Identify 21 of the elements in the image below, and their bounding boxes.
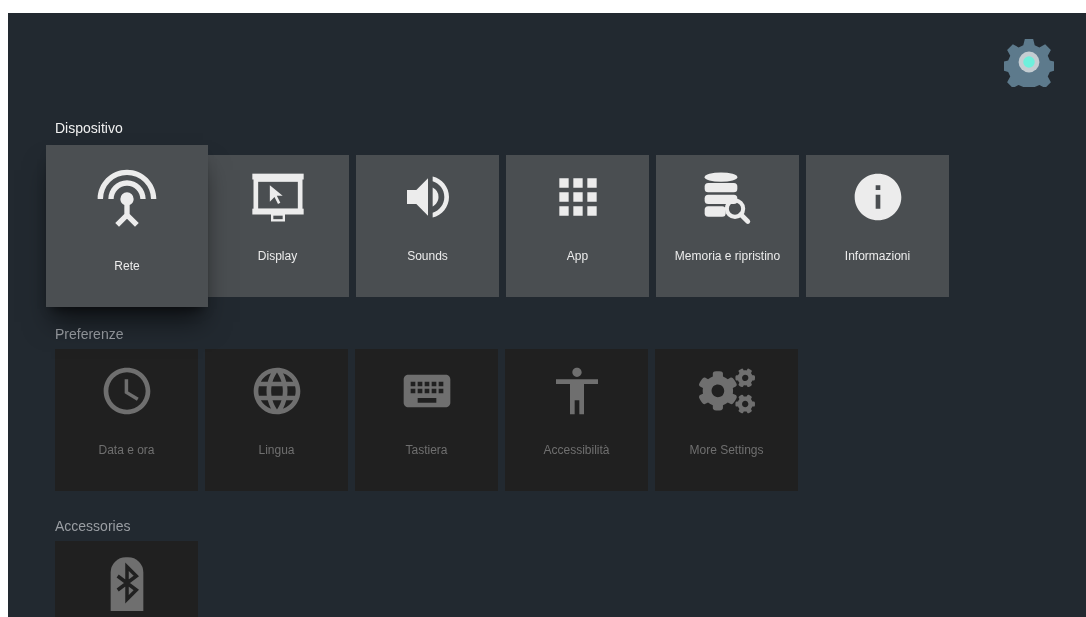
tile-label: Accessibilità xyxy=(543,442,610,459)
tile-label: Rete xyxy=(114,258,140,275)
settings-tile[interactable]: Memoria e ripristino xyxy=(656,155,799,297)
tile-label: Informazioni xyxy=(844,248,911,265)
section-title: Dispositivo xyxy=(55,119,124,137)
tile-label: App xyxy=(566,248,589,265)
settings-tile[interactable]: Informazioni xyxy=(806,155,949,297)
tile-label: Memoria e ripristino xyxy=(674,248,781,265)
settings-tile[interactable]: Rete xyxy=(46,145,208,307)
tile-label: Lingua xyxy=(258,442,295,459)
tile-label: Sounds xyxy=(407,248,448,265)
tile-label: Tastiera xyxy=(405,442,448,459)
tile-label: More Settings xyxy=(689,442,764,459)
settings-tile[interactable]: App xyxy=(506,155,649,297)
tile-label: Display xyxy=(257,248,298,265)
section-title: Preferenze xyxy=(55,325,125,343)
section-title: Accessories xyxy=(55,517,132,535)
settings-gear-icon xyxy=(1004,37,1054,87)
settings-tile[interactable]: Sounds xyxy=(356,155,499,297)
tile-label: Data e ora xyxy=(98,442,155,459)
settings-tile[interactable]: Display xyxy=(206,155,349,297)
